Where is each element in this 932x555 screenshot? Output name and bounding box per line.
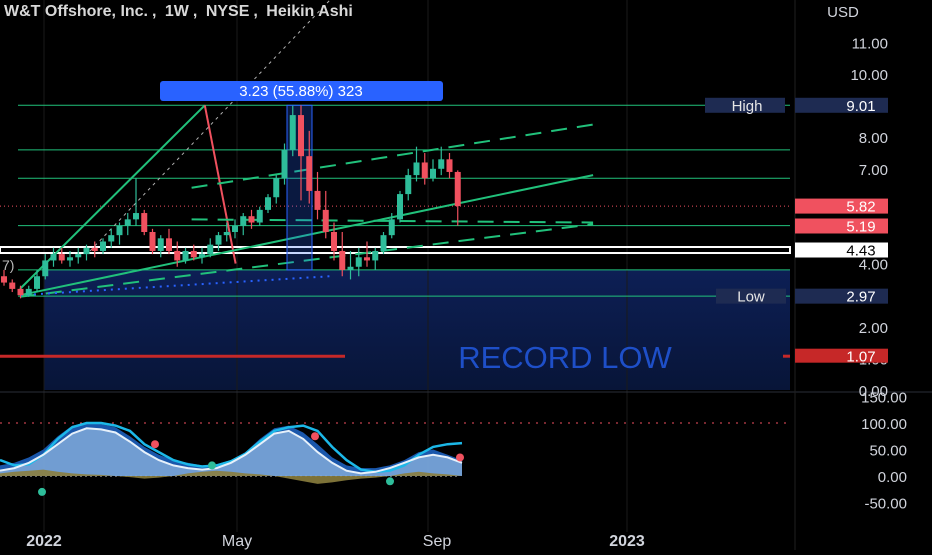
candle-body	[25, 288, 32, 296]
candle-body	[430, 168, 436, 179]
candle-body	[182, 250, 189, 261]
candle-body	[9, 282, 16, 289]
osc-signal-dot	[456, 453, 464, 462]
candle-body	[75, 254, 82, 258]
candle-body	[232, 225, 238, 232]
chart-title: W&T Offshore, Inc., 1W, NYSE, Heikin Ash…	[4, 3, 353, 20]
price-axis-tick: 2.00	[859, 320, 888, 337]
candle-body	[58, 254, 65, 261]
candle-body	[256, 209, 263, 223]
candle-body	[50, 254, 57, 261]
low-label: Low	[737, 289, 765, 306]
candle-body	[306, 156, 313, 191]
candle-body	[339, 250, 346, 270]
osc-axis-tick: 150.00	[861, 390, 907, 407]
candle-body	[116, 225, 123, 236]
candle-body	[273, 178, 280, 198]
candle-body	[397, 194, 403, 220]
candle-body	[1, 276, 7, 283]
record-low-text: RECORD LOW	[458, 340, 672, 375]
candle-body	[298, 115, 304, 157]
candle-body	[149, 232, 156, 251]
candle-body	[289, 115, 296, 150]
candle-body	[199, 254, 205, 258]
osc-signal-dot	[38, 487, 46, 496]
osc-axis-tick: -50.00	[864, 496, 907, 513]
candle-body	[190, 250, 197, 258]
time-axis-tick: May	[222, 533, 252, 550]
candle-body	[421, 162, 428, 179]
price-label: 5.82	[846, 199, 875, 216]
candle-body	[83, 247, 90, 255]
candle-body	[405, 175, 412, 195]
time-axis-tick: 2022	[26, 533, 62, 550]
candle-body	[207, 244, 214, 255]
interval-label: 1W	[164, 3, 189, 20]
candle-body	[314, 190, 321, 210]
chart-style-label: Heikin Ashi	[266, 3, 353, 20]
candle-body	[108, 235, 115, 242]
candle-body	[347, 266, 354, 270]
price-label: 5.19	[846, 218, 875, 235]
candle-body	[157, 238, 164, 251]
time-axis-tick: Sep	[423, 533, 452, 550]
candle-body	[388, 219, 395, 236]
candle-body	[67, 257, 73, 261]
left-cut-label: 7)	[2, 257, 14, 273]
price-axis-tick: 10.00	[850, 67, 888, 84]
price-axis-tick: 11.00	[852, 35, 888, 52]
candle-body	[141, 213, 148, 232]
candle-body	[248, 216, 255, 223]
candle-body	[215, 235, 222, 245]
exchange-label: NYSE	[205, 3, 250, 20]
candle-body	[265, 197, 271, 210]
price-label: 2.97	[846, 289, 875, 306]
candle-body	[355, 257, 362, 267]
candle-body	[133, 213, 139, 220]
candle-body	[413, 162, 420, 176]
osc-axis-tick: 100.00	[861, 416, 907, 433]
candle-body	[372, 250, 379, 261]
candle-body	[166, 238, 172, 251]
candle-body	[240, 216, 247, 226]
price-label: 9.01	[846, 98, 875, 115]
candle-body	[174, 250, 181, 261]
osc-axis-tick: 50.00	[869, 443, 907, 460]
price-label: 1.07	[846, 349, 875, 366]
candle-body	[124, 219, 131, 226]
measure-tooltip-text: 3.23 (55.88%) 323	[239, 83, 362, 100]
price-label: 4.43	[846, 243, 875, 260]
candle-body	[322, 209, 329, 232]
candle-body	[364, 257, 370, 261]
currency-label: USD	[827, 4, 859, 21]
candle-body	[438, 159, 445, 169]
symbol-name: W&T Offshore, Inc.	[4, 3, 148, 20]
candle-body	[34, 276, 40, 289]
osc-signal-dot	[208, 461, 216, 470]
chart-canvas[interactable]: USD11.0010.008.007.004.002.001.000.00150…	[0, 0, 932, 550]
candle-body	[100, 241, 106, 251]
candle-body	[454, 171, 461, 207]
osc-axis-tick: 0.00	[878, 469, 907, 486]
candle-body	[223, 232, 230, 236]
price-axis-tick: 7.00	[859, 162, 888, 179]
osc-signal-dot	[151, 440, 159, 449]
record-low-zone	[44, 269, 790, 390]
candle-body	[281, 149, 288, 179]
chart-area[interactable]: USD11.0010.008.007.004.002.001.000.00150…	[0, 0, 932, 550]
time-axis-tick: 2023	[609, 533, 645, 550]
candle-body	[17, 288, 24, 296]
candle-body	[380, 235, 387, 251]
osc-signal-dot	[311, 432, 319, 441]
high-label: High	[732, 98, 763, 115]
osc-signal-dot	[386, 477, 394, 486]
candle-body	[91, 247, 98, 251]
candle-body	[42, 260, 49, 277]
candle-body	[331, 232, 337, 251]
price-axis-tick: 8.00	[859, 130, 888, 147]
candle-body	[446, 159, 453, 172]
